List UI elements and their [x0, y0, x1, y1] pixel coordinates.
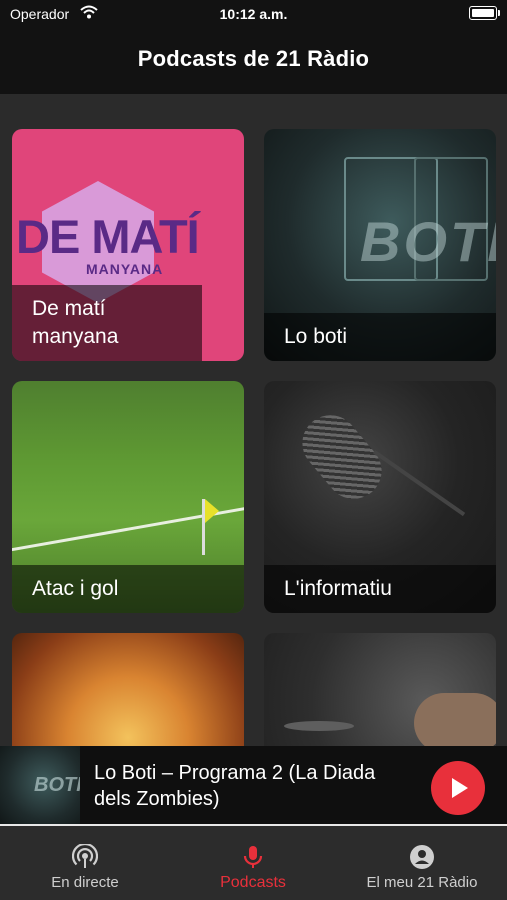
- play-button[interactable]: [431, 761, 485, 815]
- podcast-title: De matí manyana: [12, 285, 202, 361]
- app-header: Podcasts de 21 Ràdio: [0, 28, 507, 94]
- podcast-card-informatiu[interactable]: L'informatiu: [264, 381, 496, 613]
- tab-el-meu-21-radio[interactable]: El meu 21 Ràdio: [352, 826, 492, 900]
- page-title: Podcasts de 21 Ràdio: [137, 46, 370, 71]
- podcast-art-title: BOTI: [360, 210, 496, 273]
- podcast-art-subtitle: MANYANA: [86, 261, 164, 277]
- player-episode-title[interactable]: Lo Boti – Programa 2 (La Diada dels Zomb…: [94, 760, 414, 812]
- microphone-icon: [243, 846, 263, 868]
- tab-label: El meu 21 Ràdio: [366, 874, 478, 891]
- account-icon: [410, 845, 434, 869]
- player-thumbnail: BOTI: [0, 746, 80, 826]
- podcast-card-coffee[interactable]: [264, 633, 496, 746]
- battery-icon: [469, 6, 500, 20]
- tab-bar: En directe Podcasts El meu 21 Ràdio: [0, 826, 507, 900]
- podcast-title: Lo boti: [264, 313, 496, 361]
- cup-art: [284, 721, 354, 731]
- podcast-card-concert[interactable]: [12, 633, 244, 746]
- podcast-art-title: DE MATÍ: [16, 210, 200, 263]
- podcast-card-de-mati[interactable]: DE MATÍ MANYANA De matí manyana: [12, 129, 244, 361]
- corner-flag-icon: [205, 499, 219, 523]
- podcast-card-atac-i-gol[interactable]: Atac i gol: [12, 381, 244, 613]
- thumbnail-text: BOTI: [34, 774, 80, 796]
- podcast-card-lo-boti[interactable]: BOTI Lo boti: [264, 129, 496, 361]
- mini-player[interactable]: BOTI Lo Boti – Programa 2 (La Diada dels…: [0, 746, 507, 826]
- podcast-grid[interactable]: DE MATÍ MANYANA De matí manyana BOTI Lo …: [0, 94, 507, 746]
- tab-label: Podcasts: [220, 874, 286, 891]
- podcast-title: L'informatiu: [264, 565, 496, 613]
- status-time: 10:12 a.m.: [219, 6, 288, 22]
- mic-arm-art: [372, 449, 466, 517]
- tab-label: En directe: [51, 874, 119, 891]
- hand-art: [414, 693, 496, 746]
- status-bar: Operador 10:12 a.m.: [0, 0, 507, 28]
- podcast-title: Atac i gol: [12, 565, 244, 613]
- tab-en-directe[interactable]: En directe: [20, 826, 150, 900]
- tab-podcasts[interactable]: Podcasts: [188, 826, 318, 900]
- broadcast-icon: [72, 844, 98, 868]
